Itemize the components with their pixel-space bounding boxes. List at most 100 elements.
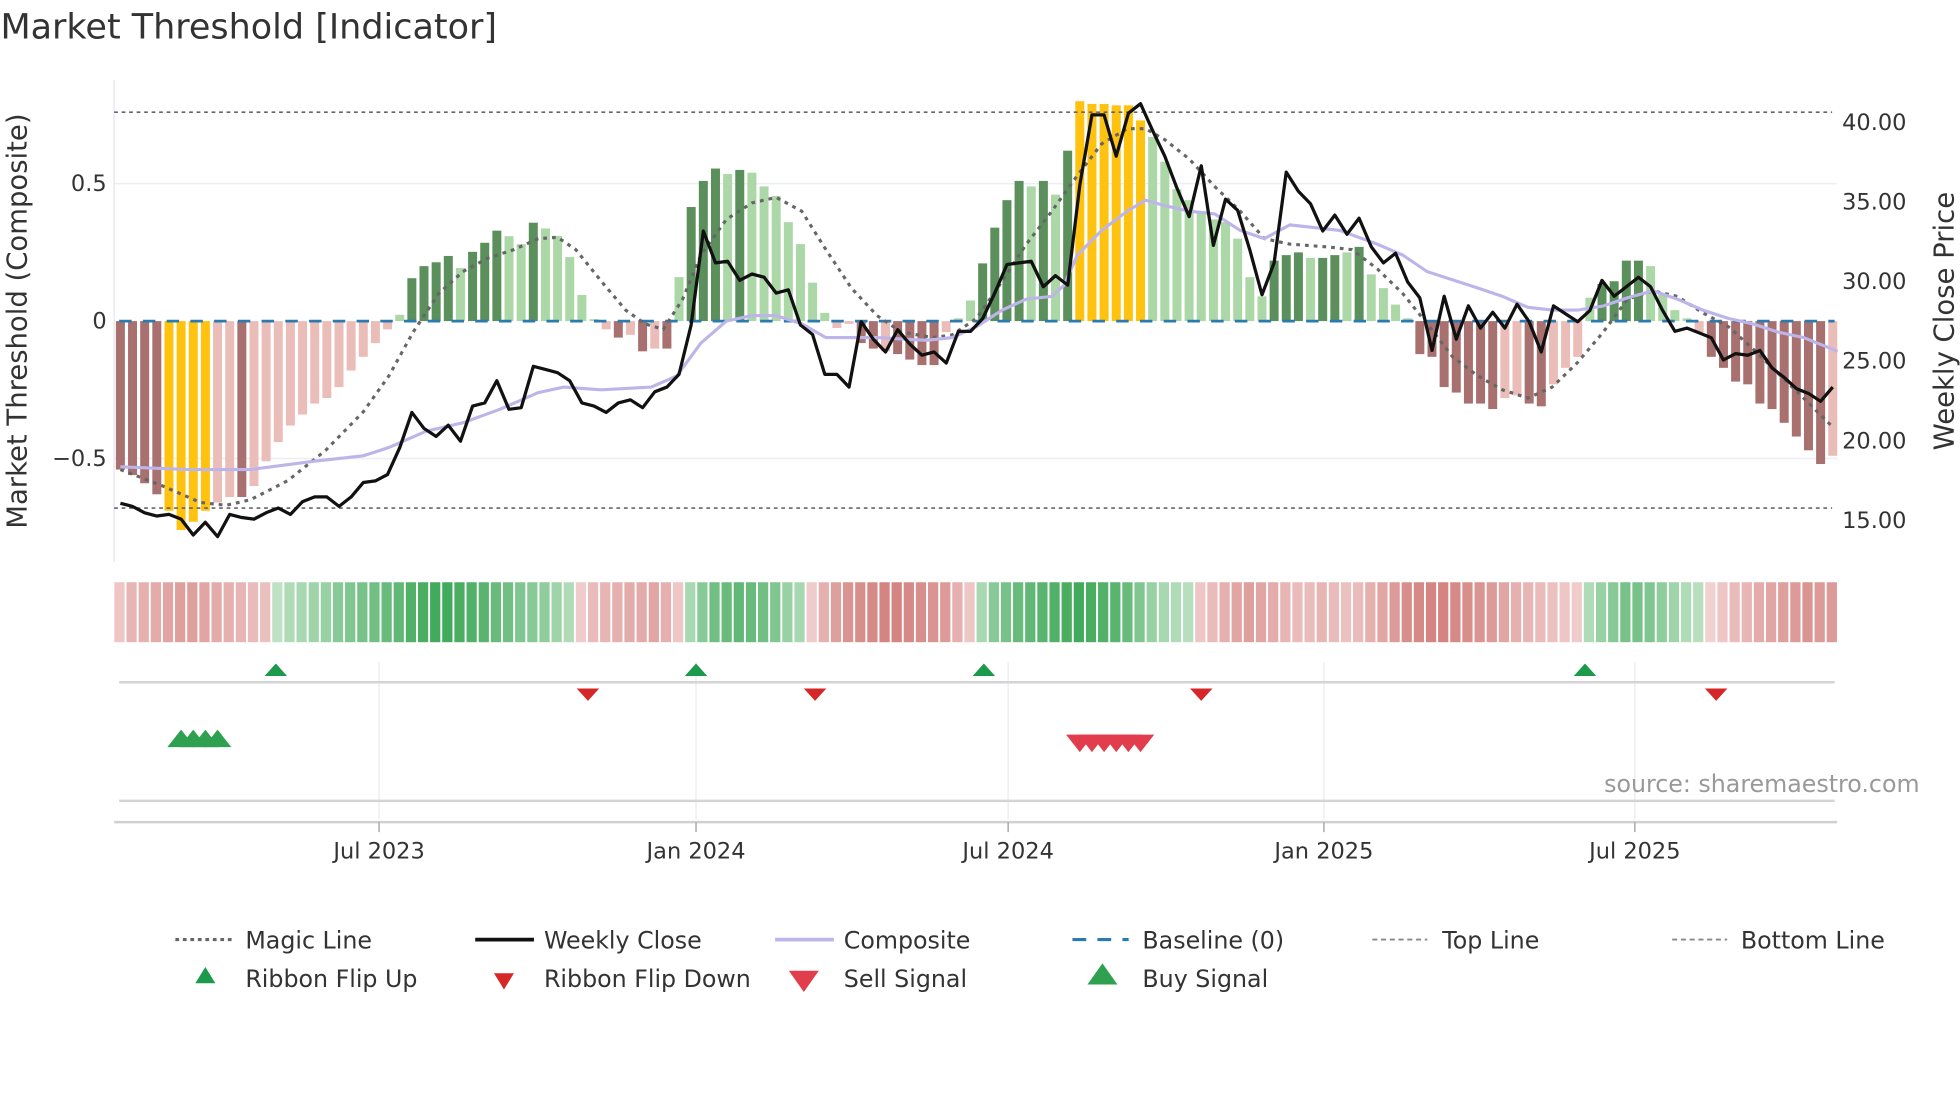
composite-bar [613,321,623,338]
ribbon-cell [575,582,587,643]
ribbon-cell [1025,582,1036,643]
composite-bar [1318,257,1328,322]
composite-bar [310,321,320,404]
ribbon-cell [1438,582,1449,643]
ribbon-cell [1486,582,1497,643]
ribbon-cell [1705,582,1716,643]
composite-bar [480,242,490,322]
ribbon-cell [1280,582,1291,643]
ribbon-cell [527,582,538,643]
ribbon-cell [1802,582,1813,643]
ribbon-cell [187,582,198,643]
left-y-tick-label: 0.5 [71,171,107,197]
composite-bar [1099,103,1109,322]
ribbon-cell [891,582,902,643]
composite-bar [1548,321,1558,385]
composite-bar [249,321,259,487]
ribbon-cell [1183,582,1194,643]
ribbon-cell [1146,582,1157,643]
legend-label: Composite [844,926,971,954]
legend: Magic Line Weekly Close Composite Baseli… [175,926,1885,993]
composite-bar [662,321,672,349]
ribbon-cell [478,582,489,643]
ribbon-cell [612,582,623,643]
composite-bar [128,321,138,476]
ribbon-cell [1535,582,1546,643]
composite-bar [1196,211,1206,322]
ribbon-cell [332,582,344,643]
ribbon-cell [1510,582,1522,643]
composite-bar [1063,150,1073,322]
composite-bar [1731,321,1741,382]
composite-bar [638,321,648,352]
ribbon-cell [1668,582,1680,643]
ribbon-cell [915,582,927,643]
ribbon-flip-down-marker [576,688,600,701]
composite-bar [1233,238,1243,322]
ribbon-cell [1717,582,1728,643]
ribbon-cell [709,582,720,643]
ribbon-cell [1328,582,1340,643]
composite-bar [1245,277,1255,322]
composite-bar [1281,255,1291,322]
composite-bar [710,168,720,322]
signals-panel [119,662,1835,820]
composite-bar [1026,186,1036,322]
composite-bar [261,321,271,462]
right-y-tick-label: 30.00 [1842,269,1906,295]
ribbon-cell [988,582,999,643]
ribbon-cell [1644,582,1655,643]
ribbon-cell [976,582,987,643]
ribbon-cell [235,582,247,643]
right-y-tick-label: 40.00 [1842,110,1906,136]
ribbon-cell [551,582,562,643]
ribbon-cell [842,582,854,643]
ribbon-cell [357,582,368,643]
ribbon-cell [757,582,769,643]
ribbon-cell [1231,582,1242,643]
ribbon-cell [1304,582,1315,643]
ribbon-cell [1098,582,1109,643]
composite-bar [565,257,575,322]
ribbon-cell [672,582,684,643]
composite-bar [407,278,417,322]
ribbon-cell [1316,582,1327,643]
ribbon-cell [952,582,963,643]
ribbon-flip-up-marker [264,663,288,676]
x-tick-label: Jul 2023 [331,838,424,864]
market-threshold-chart: Market Threshold [Indicator] 0.5 0 −0.5 40… [0,8,1960,993]
ribbon-cell [1450,582,1461,643]
ribbon-cell [1753,582,1765,643]
ribbon-cell [417,582,429,643]
right-y-tick-label: 20.00 [1842,428,1906,454]
ribbon-flip-up-marker [1573,663,1597,676]
composite-bar [1512,321,1522,396]
composite-bar [516,244,526,322]
composite-bar [1500,321,1510,399]
ribbon-cell [1255,582,1267,643]
ribbon-cell [1061,582,1072,643]
legend-label: Ribbon Flip Up [245,965,417,993]
ribbon-cell [745,582,757,643]
composite-bar [213,321,223,503]
ribbon-cell [1741,582,1752,643]
ribbon-cell [1778,582,1789,643]
ribbon-cell [1195,582,1206,643]
composite-bar [1463,321,1473,404]
ribbon-cell [1207,582,1218,643]
ribbon-cell [369,582,380,643]
left-y-tick-label: −0.5 [52,446,107,472]
ribbon-cell [855,582,866,643]
composite-bar [419,266,429,322]
composite-bar [1330,255,1340,322]
composite-bar [1136,120,1146,322]
ribbon-cell [1620,582,1631,643]
composite-bar [1633,260,1643,322]
ribbon-cell [794,582,805,643]
ribbon-cell [126,582,137,643]
ribbon-cell [770,582,781,643]
legend-item-composite: Composite [775,926,970,954]
ribbon-cell [138,582,149,643]
composite-bar [650,321,660,349]
ribbon-cell [284,582,295,643]
